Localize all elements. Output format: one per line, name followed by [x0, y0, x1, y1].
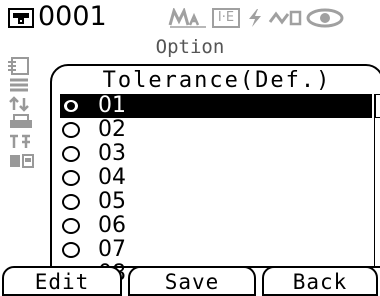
printer-icon	[8, 114, 38, 130]
softkey-bar: Edit Save Back	[0, 266, 380, 296]
list-icon	[8, 78, 38, 94]
status-bar: 0001 I·E	[0, 0, 380, 36]
window-title: Option	[155, 36, 225, 58]
wave-icon	[268, 8, 302, 28]
radio-button[interactable]	[62, 242, 80, 258]
list-item-label: 06	[98, 213, 126, 238]
list-item[interactable]: 04	[60, 166, 372, 190]
list-item-label: 04	[98, 165, 126, 190]
settings-icon	[8, 132, 38, 148]
list-item[interactable]: 03	[60, 142, 372, 166]
radio-button[interactable]	[62, 98, 80, 114]
back-button[interactable]: Back	[262, 266, 378, 296]
battery-charge-icon	[245, 8, 265, 28]
radio-button[interactable]	[62, 146, 80, 162]
radio-button[interactable]	[62, 170, 80, 186]
scrollbar[interactable]	[374, 94, 380, 266]
eye-icon	[306, 8, 344, 28]
list-item[interactable]: 05	[60, 190, 372, 214]
sort-icon	[8, 96, 38, 112]
scroll-thumb[interactable]	[375, 94, 380, 118]
data-transfer-icon	[8, 152, 38, 168]
sample-number: 0001	[38, 1, 107, 32]
panel-title: Tolerance(Def.)	[102, 68, 332, 93]
doc-list-icon	[8, 56, 38, 75]
radio-dot-icon	[67, 102, 75, 110]
list-item-label: 02	[98, 117, 126, 142]
list-item-label: 03	[98, 141, 126, 166]
radio-button[interactable]	[62, 194, 80, 210]
ie-icon: I·E	[212, 8, 240, 28]
save-button[interactable]: Save	[128, 266, 256, 296]
list-item-label: 07	[98, 237, 126, 262]
measure-mode-icon	[168, 6, 208, 28]
list-item[interactable]: 02	[60, 118, 372, 142]
edit-button[interactable]: Edit	[2, 266, 122, 296]
list-item[interactable]: 01	[60, 94, 372, 118]
list-item-label: 05	[98, 189, 126, 214]
list-item[interactable]: 06	[60, 214, 372, 238]
device-icon	[8, 8, 34, 28]
list-item-label: 01	[98, 93, 126, 118]
radio-button[interactable]	[62, 122, 80, 138]
radio-button[interactable]	[62, 218, 80, 234]
list-item[interactable]: 07	[60, 238, 372, 262]
tolerance-panel: Tolerance(Def.) 01 02 03 04 05 06 07	[50, 64, 380, 286]
